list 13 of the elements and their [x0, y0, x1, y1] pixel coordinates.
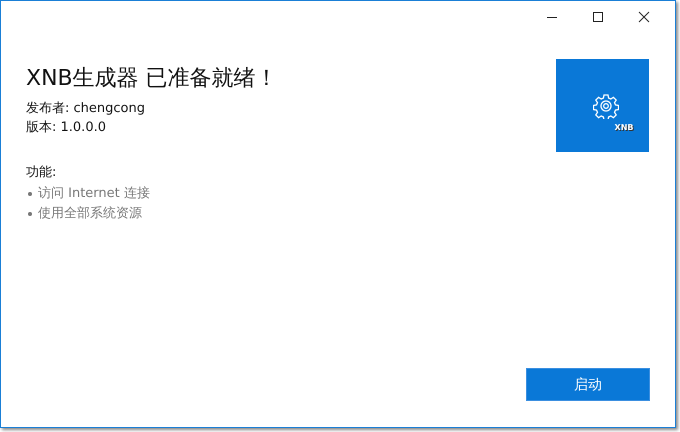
logo-label: XNB — [614, 122, 634, 132]
gear-icon — [592, 92, 618, 118]
publisher-text: 发布者: chengcong — [26, 100, 146, 118]
version-text: 版本: 1.0.0.0 — [26, 119, 107, 137]
app-title: XNB生成器 已准备就绪！ — [26, 65, 278, 93]
close-icon — [638, 11, 650, 23]
capability-item: 使用全部系统资源 — [38, 205, 142, 223]
bullet-icon — [28, 192, 32, 196]
launch-button[interactable]: 启动 — [526, 368, 650, 401]
bullet-icon — [28, 212, 32, 216]
maximize-icon — [592, 11, 604, 23]
capabilities-heading: 功能: — [26, 164, 58, 182]
capability-item: 访问 Internet 连接 — [38, 185, 150, 203]
